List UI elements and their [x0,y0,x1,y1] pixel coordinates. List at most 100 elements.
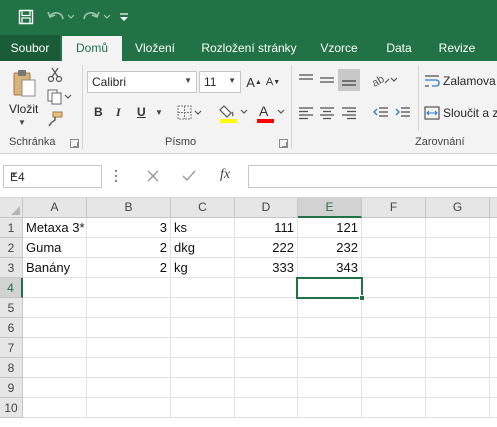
align-bottom-icon[interactable] [338,69,360,91]
customize-qat-icon[interactable] [116,6,132,28]
cell-g5[interactable] [426,298,490,318]
cell-b10[interactable] [87,398,171,418]
cell-b9[interactable] [87,378,171,398]
cell-d3[interactable]: 333 [235,258,298,278]
undo-icon[interactable] [44,6,78,28]
tab-review[interactable]: Revize [432,35,482,61]
column-header-e[interactable]: E [298,198,362,218]
cell-f3[interactable] [362,258,426,278]
cell-h7[interactable] [490,338,497,358]
fill-handle[interactable] [359,295,365,301]
cell-e8[interactable] [298,358,362,378]
font-name-dropdown-icon[interactable]: ▼ [184,76,192,85]
cell-f9[interactable] [362,378,426,398]
paste-dropdown-icon[interactable]: ▼ [18,118,26,127]
cell-e9[interactable] [298,378,362,398]
insert-function-icon[interactable]: fx [220,167,230,183]
cell-d6[interactable] [235,318,298,338]
cell-e10[interactable] [298,398,362,418]
cell-g10[interactable] [426,398,490,418]
cell-e2[interactable]: 232 [298,238,362,258]
tab-file[interactable]: Soubor [0,35,60,61]
font-size-box[interactable]: 11 ▼ [199,71,241,93]
bold-button[interactable]: B [94,105,103,119]
cell-d9[interactable] [235,378,298,398]
cell-b3[interactable]: 2 [87,258,171,278]
cell-a4[interactable] [23,278,87,298]
cell-d4[interactable] [235,278,298,298]
cell-c2[interactable]: dkg [171,238,235,258]
clipboard-launcher-icon[interactable] [70,139,79,148]
cell-b8[interactable] [87,358,171,378]
column-header-b[interactable]: B [87,198,171,218]
cell-g9[interactable] [426,378,490,398]
cell-g1[interactable] [426,218,490,238]
cell-e4[interactable] [298,278,362,298]
cell-h9[interactable] [490,378,497,398]
cell-f10[interactable] [362,398,426,418]
row-header-6[interactable]: 6 [0,318,23,338]
cell-d5[interactable] [235,298,298,318]
tab-home[interactable]: Domů [62,36,122,61]
copy-icon[interactable] [45,88,75,106]
cell-h4[interactable] [490,278,497,298]
wrap-text-label[interactable]: Zalamova [443,74,496,88]
cell-b2[interactable]: 2 [87,238,171,258]
font-name-box[interactable]: Calibri ▼ [87,71,197,93]
cell-a10[interactable] [23,398,87,418]
align-middle-icon[interactable] [318,71,336,89]
name-box-dropdown-icon[interactable]: ▼ [10,170,96,179]
cell-b1[interactable]: 3 [87,218,171,238]
cell-c8[interactable] [171,358,235,378]
tab-formulas[interactable]: Vzorce [314,35,364,61]
tab-page-layout[interactable]: Rozložení stránky [196,35,302,61]
cell-a7[interactable] [23,338,87,358]
merge-center-icon[interactable] [424,105,440,121]
cell-a5[interactable] [23,298,87,318]
cell-b4[interactable] [87,278,171,298]
cell-b5[interactable] [87,298,171,318]
cell-g7[interactable] [426,338,490,358]
decrease-indent-icon[interactable] [372,104,390,122]
align-top-icon[interactable] [297,71,315,89]
cell-h3[interactable] [490,258,497,278]
cell-g2[interactable] [426,238,490,258]
paste-icon[interactable] [8,67,40,101]
row-header-2[interactable]: 2 [0,238,23,258]
fill-color-icon[interactable] [218,101,250,125]
formula-bar-grip-icon[interactable] [114,169,118,183]
cell-a2[interactable]: Guma [23,238,87,258]
underline-dropdown-icon[interactable]: ▼ [155,108,163,117]
cell-c7[interactable] [171,338,235,358]
paste-label[interactable]: Vložit [9,102,38,116]
save-icon[interactable] [14,6,38,28]
cell-d10[interactable] [235,398,298,418]
cell-h5[interactable] [490,298,497,318]
cell-f6[interactable] [362,318,426,338]
cell-d8[interactable] [235,358,298,378]
cell-e5[interactable] [298,298,362,318]
column-header-g[interactable]: G [426,198,490,218]
cell-c9[interactable] [171,378,235,398]
align-right-icon[interactable] [340,104,358,122]
row-header-1[interactable]: 1 [0,218,23,238]
cell-d1[interactable]: 111 [235,218,298,238]
cell-e1[interactable]: 121 [298,218,362,238]
select-all-button[interactable] [0,198,23,218]
cell-g8[interactable] [426,358,490,378]
borders-icon[interactable] [176,104,204,122]
cell-f1[interactable] [362,218,426,238]
increase-indent-icon[interactable] [394,104,412,122]
column-header-a[interactable]: A [23,198,87,218]
font-size-dropdown-icon[interactable]: ▼ [228,76,236,85]
underline-button[interactable]: U [137,105,146,119]
decrease-font-icon[interactable]: A ▼ [265,73,281,91]
enter-icon[interactable] [182,169,196,186]
cell-g3[interactable] [426,258,490,278]
cell-e3[interactable]: 343 [298,258,362,278]
row-header-3[interactable]: 3 [0,258,23,278]
cell-a9[interactable] [23,378,87,398]
row-header-7[interactable]: 7 [0,338,23,358]
cell-g6[interactable] [426,318,490,338]
cut-icon[interactable] [45,66,65,84]
